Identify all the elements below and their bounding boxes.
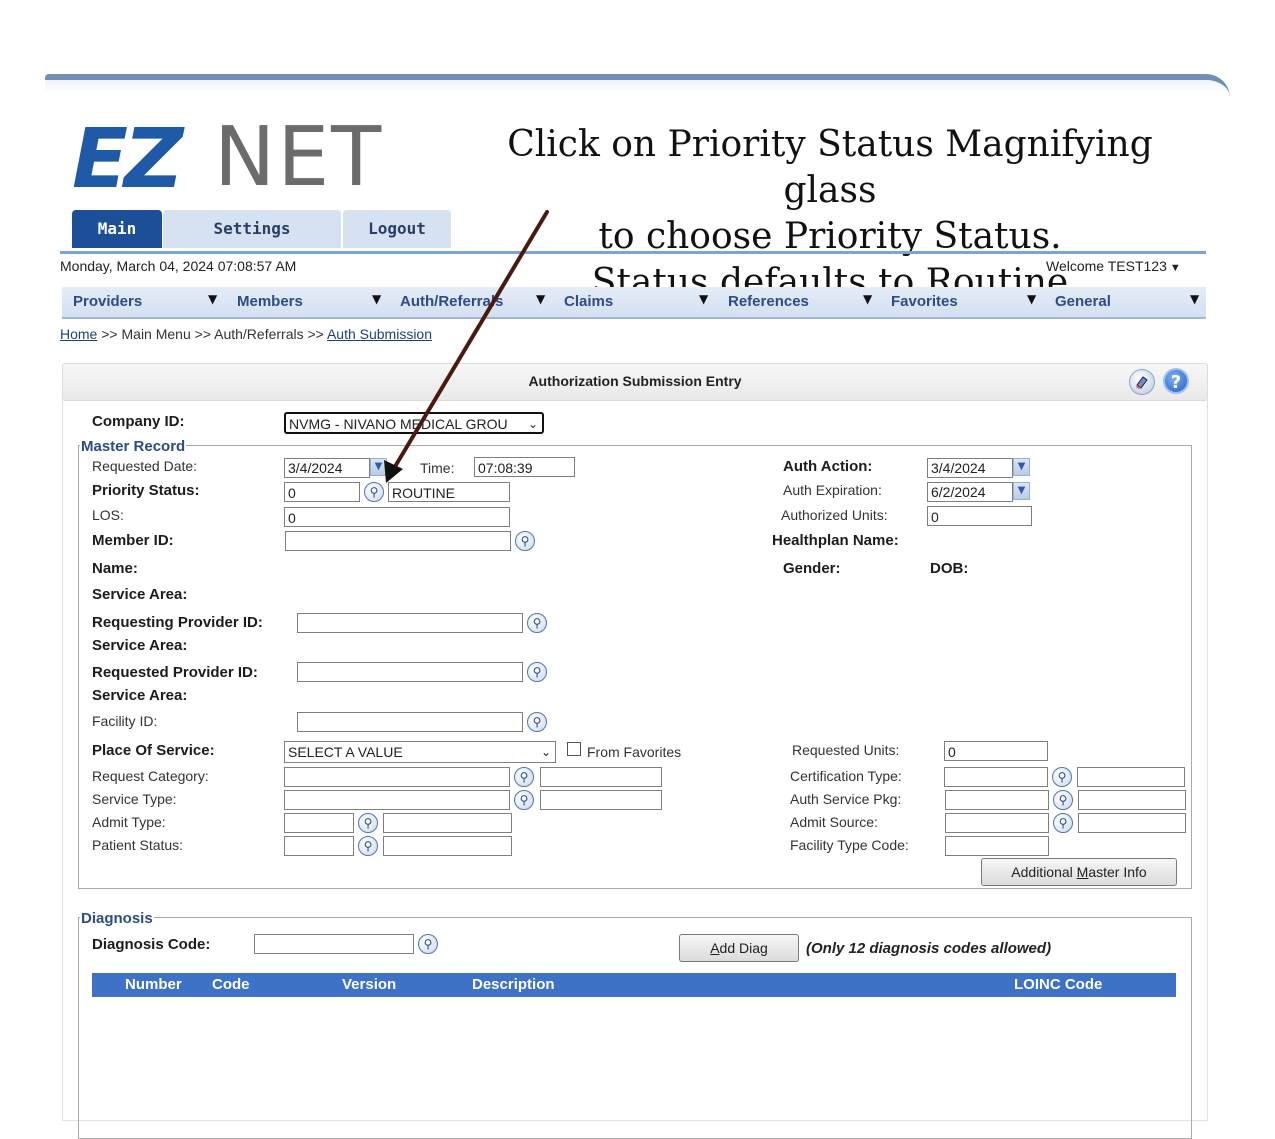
annotation-arrow (384, 210, 549, 483)
